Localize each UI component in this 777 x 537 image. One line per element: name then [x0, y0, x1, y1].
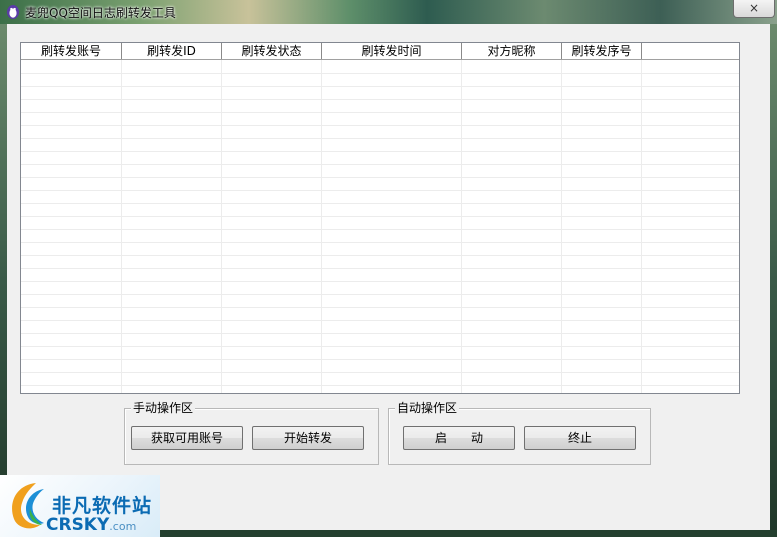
watermark-domain-name: CRSKY [46, 515, 110, 535]
watermark-domain: CRSKY.com [46, 515, 136, 535]
manual-operation-group: 手动操作区 获取可用账号 开始转发 [124, 400, 379, 465]
window-frame-right [770, 24, 777, 537]
manual-group-title: 手动操作区 [131, 400, 196, 416]
list-grid-row [21, 229, 739, 230]
main-panel: 刷转发账号 刷转发ID 刷转发状态 刷转发时间 对方昵称 刷转发序号 手动操作区… [7, 24, 770, 530]
list-grid-column [121, 60, 122, 393]
list-grid-row [21, 138, 739, 139]
list-grid-row [21, 242, 739, 243]
window-frame-left [0, 24, 7, 537]
watermark-tld: .com [109, 520, 137, 533]
list-grid-row [21, 125, 739, 126]
list-grid-row [21, 385, 739, 386]
title-bar: 麦兜QQ空间日志刷转发工具 × [0, 0, 777, 24]
forward-log-list[interactable]: 刷转发账号 刷转发ID 刷转发状态 刷转发时间 对方昵称 刷转发序号 [20, 42, 740, 394]
list-grid-row [21, 346, 739, 347]
list-grid-row [21, 320, 739, 321]
list-grid-row [21, 73, 739, 74]
list-grid-row [21, 255, 739, 256]
get-accounts-button[interactable]: 获取可用账号 [131, 426, 243, 450]
list-header: 刷转发账号 刷转发ID 刷转发状态 刷转发时间 对方昵称 刷转发序号 [21, 43, 739, 60]
list-grid-row [21, 216, 739, 217]
list-grid-row [21, 307, 739, 308]
list-grid-row [21, 281, 739, 282]
column-header-nickname[interactable]: 对方昵称 [462, 43, 562, 59]
list-grid-row [21, 164, 739, 165]
list-grid-row [21, 333, 739, 334]
list-grid-row [21, 294, 739, 295]
list-grid-row [21, 359, 739, 360]
list-grid-row [21, 372, 739, 373]
list-grid-column [641, 60, 642, 393]
list-grid-row [21, 151, 739, 152]
qq-penguin-icon [7, 5, 19, 19]
list-grid-row [21, 86, 739, 87]
list-grid-column [221, 60, 222, 393]
watermark-site-name: 非凡软件站 [52, 495, 153, 517]
list-grid-row [21, 112, 739, 113]
column-header-time[interactable]: 刷转发时间 [322, 43, 462, 59]
auto-start-button[interactable]: 启 动 [403, 426, 515, 450]
auto-group-title: 自动操作区 [395, 400, 460, 416]
crsky-watermark: 非凡软件站 CRSKY.com [0, 475, 160, 537]
list-grid-column [321, 60, 322, 393]
list-grid-row [21, 99, 739, 100]
close-button[interactable]: × [733, 0, 775, 18]
column-header-sequence[interactable]: 刷转发序号 [562, 43, 642, 59]
window-title: 麦兜QQ空间日志刷转发工具 [25, 6, 176, 20]
column-header-id[interactable]: 刷转发ID [122, 43, 222, 59]
auto-operation-group: 自动操作区 启 动 终止 [388, 400, 651, 465]
column-header-account[interactable]: 刷转发账号 [21, 43, 122, 59]
auto-stop-button[interactable]: 终止 [524, 426, 636, 450]
list-grid-column [461, 60, 462, 393]
start-forward-button[interactable]: 开始转发 [252, 426, 364, 450]
list-grid-row [21, 177, 739, 178]
list-grid-column [561, 60, 562, 393]
list-grid-row [21, 190, 739, 191]
list-grid-row [21, 268, 739, 269]
list-grid-row [21, 203, 739, 204]
column-header-status[interactable]: 刷转发状态 [222, 43, 322, 59]
